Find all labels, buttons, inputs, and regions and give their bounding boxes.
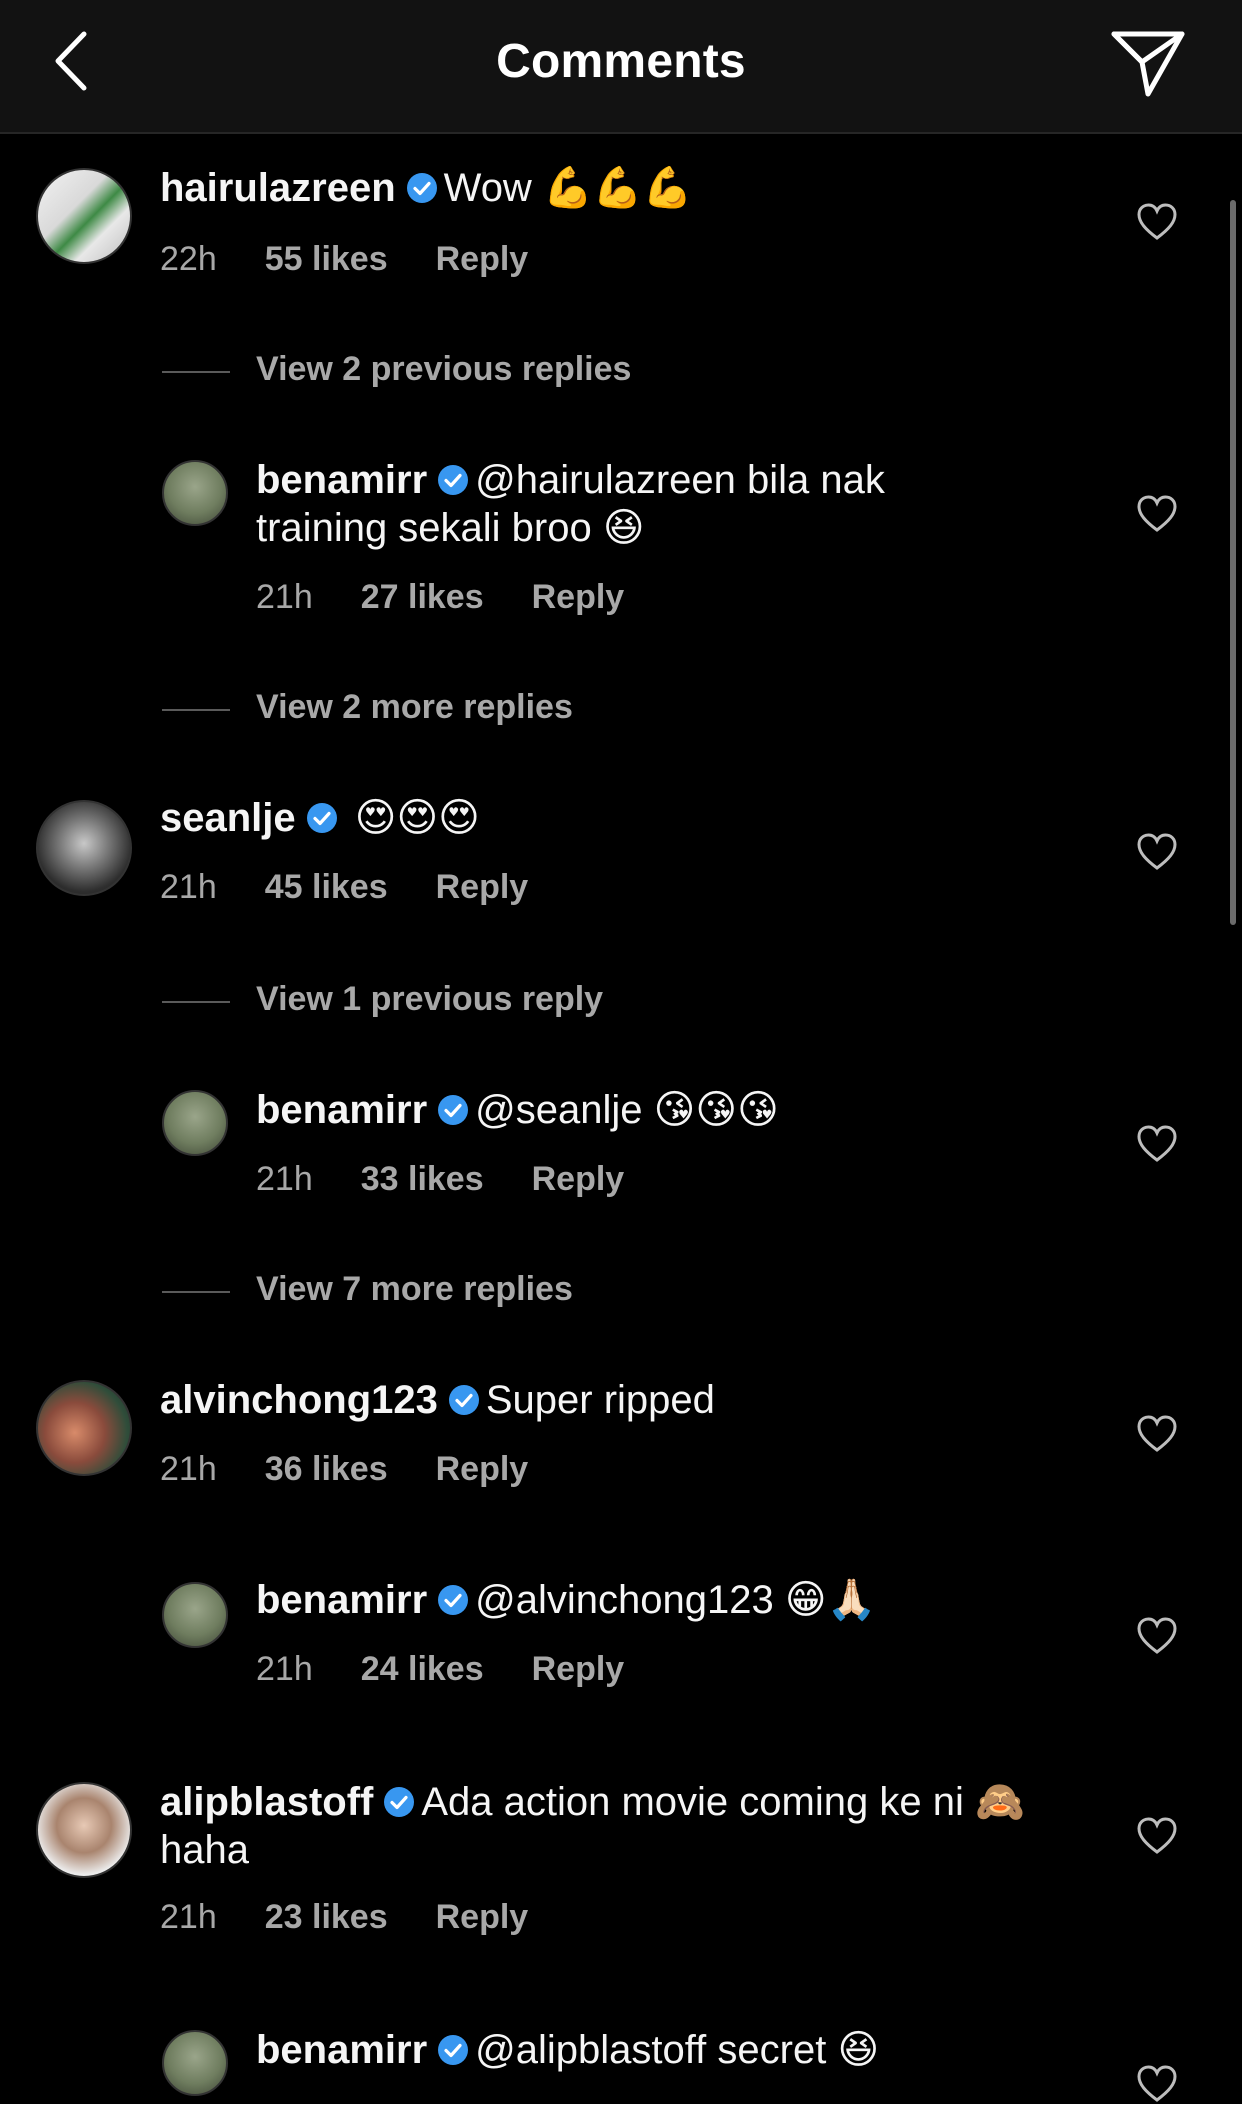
likes-count[interactable]: 27 likes: [361, 578, 484, 616]
avatar[interactable]: [36, 1380, 132, 1476]
scrollbar[interactable]: [1230, 200, 1236, 925]
heart-icon[interactable]: [1136, 2064, 1178, 2104]
username[interactable]: benamirr: [256, 458, 427, 502]
divider: [162, 1001, 230, 1003]
comment-body: @seanlje: [475, 1088, 643, 1132]
avatar[interactable]: [36, 1782, 132, 1878]
comment-emoji: 💪💪💪: [542, 166, 693, 210]
timestamp: 21h: [160, 1450, 217, 1488]
comment-text: benamirr @hairulazreen bila nak training …: [256, 456, 1016, 552]
heart-icon[interactable]: [1136, 832, 1178, 872]
likes-count[interactable]: 45 likes: [265, 868, 388, 906]
comment-text: hairulazreen Wow 💪💪💪: [160, 164, 1060, 212]
likes-count[interactable]: 55 likes: [265, 240, 388, 278]
verified-icon: [438, 465, 469, 495]
username[interactable]: seanlje: [160, 796, 296, 840]
verified-icon: [384, 1787, 415, 1817]
comment-meta: 21h 24 likes Reply: [256, 1650, 672, 1689]
comment-meta: 21h 23 likes Reply: [160, 1898, 576, 1937]
timestamp: 22h: [160, 240, 217, 278]
heart-icon[interactable]: [1136, 202, 1178, 242]
comment-text: alipblastoff Ada action movie coming ke n…: [160, 1778, 1060, 1874]
comment-emoji: 🙈: [974, 1780, 1025, 1824]
comment-emoji: 😘😘😘: [653, 1088, 779, 1132]
comment-body: Super ripped: [485, 1378, 715, 1422]
comment-emoji: 😍😍😍: [354, 796, 480, 840]
verified-icon: [448, 1385, 479, 1415]
comment-meta: 21h 45 likes Reply: [160, 868, 576, 907]
avatar[interactable]: [36, 168, 132, 264]
comment-emoji: 😆: [602, 506, 645, 550]
avatar[interactable]: [162, 1582, 228, 1648]
username[interactable]: benamirr: [256, 1088, 427, 1132]
heart-icon[interactable]: [1136, 1616, 1178, 1656]
likes-count[interactable]: 36 likes: [265, 1450, 388, 1488]
likes-count[interactable]: 23 likes: [265, 1898, 388, 1936]
likes-count[interactable]: 33 likes: [361, 1160, 484, 1198]
comment-emoji: 😆: [837, 2028, 880, 2072]
avatar[interactable]: [162, 2030, 228, 2096]
comment-body: Ada action movie coming ke ni: [421, 1780, 964, 1824]
comment-emoji: 😁🙏🏻: [784, 1578, 877, 1622]
comment-meta: 22h 55 likes Reply: [160, 240, 576, 279]
comment-text: benamirr @alvinchong123 😁🙏🏻: [256, 1576, 1016, 1624]
reply-button[interactable]: Reply: [436, 1450, 529, 1488]
comment-body: @alipblastoff secret: [475, 2028, 827, 2072]
username[interactable]: alipblastoff: [160, 1780, 373, 1824]
comment-text: alvinchong123 Super ripped: [160, 1376, 1060, 1424]
username[interactable]: benamirr: [256, 2028, 427, 2072]
verified-icon: [438, 2035, 469, 2065]
avatar[interactable]: [162, 1090, 228, 1156]
send-icon[interactable]: [1110, 28, 1186, 100]
username[interactable]: benamirr: [256, 1578, 427, 1622]
comment-meta: 21h 36 likes Reply: [160, 1450, 576, 1489]
verified-icon: [438, 1585, 469, 1615]
timestamp: 21h: [160, 868, 217, 906]
comment-body-continued: haha: [160, 1828, 249, 1872]
reply-button[interactable]: Reply: [532, 578, 625, 616]
timestamp: 21h: [160, 1898, 217, 1936]
verified-icon: [406, 173, 437, 203]
comment-text: seanlje 😍😍😍: [160, 794, 1060, 842]
divider: [162, 371, 230, 373]
comment-body: Wow: [443, 166, 532, 210]
top-bar: Comments: [0, 0, 1242, 134]
username[interactable]: alvinchong123: [160, 1378, 438, 1422]
avatar[interactable]: [36, 800, 132, 896]
comment-meta: 21h 27 likes Reply: [256, 578, 672, 617]
timestamp: 21h: [256, 1160, 313, 1198]
divider: [162, 709, 230, 711]
username[interactable]: hairulazreen: [160, 166, 396, 210]
likes-count[interactable]: 24 likes: [361, 1650, 484, 1688]
comment-meta: 21h 33 likes Reply: [256, 1160, 672, 1199]
reply-button[interactable]: Reply: [532, 1160, 625, 1198]
timestamp: 21h: [256, 1650, 313, 1688]
comment-text: benamirr @seanlje 😘😘😘: [256, 1086, 1016, 1134]
reply-button[interactable]: Reply: [532, 1650, 625, 1688]
timestamp: 21h: [256, 578, 313, 616]
verified-icon: [438, 1095, 469, 1125]
heart-icon[interactable]: [1136, 1124, 1178, 1164]
page-title: Comments: [496, 35, 746, 88]
reply-button[interactable]: Reply: [436, 868, 529, 906]
comment-body: @alvinchong123: [475, 1578, 774, 1622]
heart-icon[interactable]: [1136, 1816, 1178, 1856]
avatar[interactable]: [162, 460, 228, 526]
heart-icon[interactable]: [1136, 494, 1178, 534]
verified-icon: [306, 803, 337, 833]
comment-text: benamirr @alipblastoff secret 😆: [256, 2026, 1016, 2074]
reply-button[interactable]: Reply: [436, 240, 529, 278]
reply-button[interactable]: Reply: [436, 1898, 529, 1936]
divider: [162, 1291, 230, 1293]
heart-icon[interactable]: [1136, 1414, 1178, 1454]
